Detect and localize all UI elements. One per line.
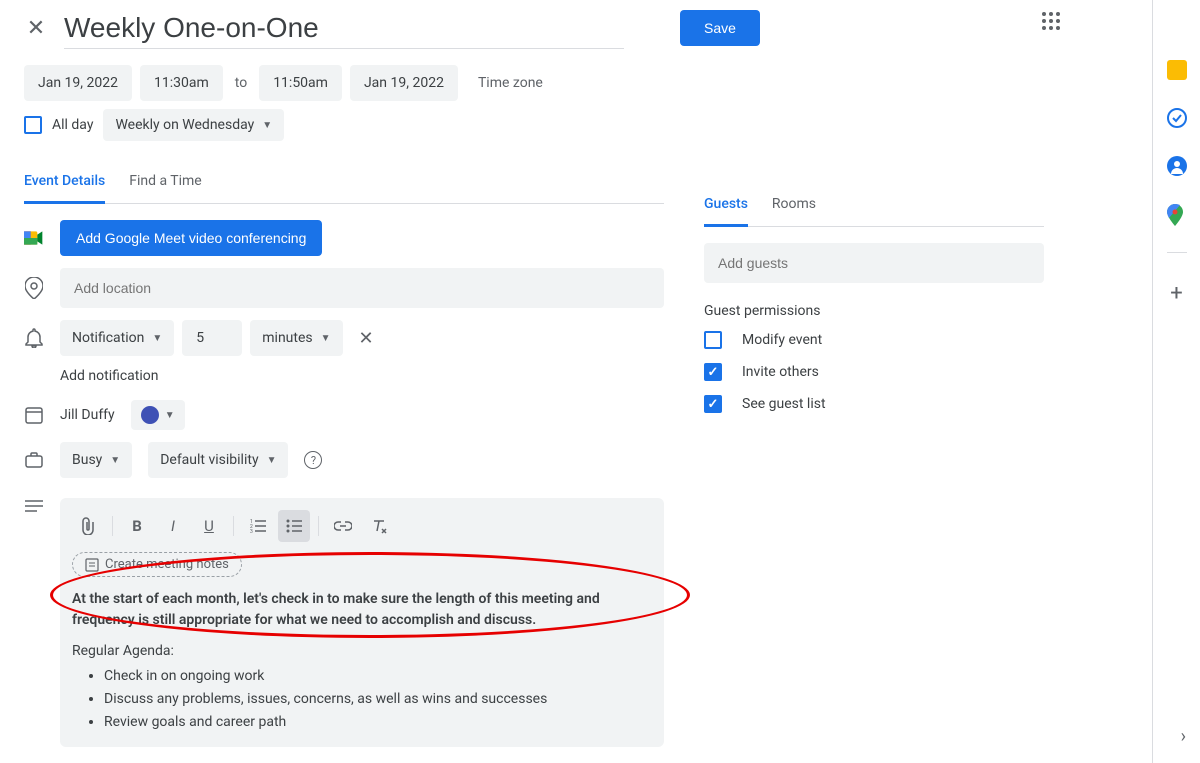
- create-meeting-notes-button[interactable]: Create meeting notes: [72, 552, 242, 577]
- description-editor[interactable]: B I U 123: [60, 498, 664, 747]
- end-time-picker[interactable]: 11:50am: [259, 65, 342, 101]
- modify-event-checkbox[interactable]: [704, 331, 722, 349]
- visibility-dropdown[interactable]: Default visibility▼: [148, 442, 288, 478]
- timezone-link[interactable]: Time zone: [478, 75, 543, 91]
- link-button[interactable]: [327, 510, 359, 542]
- collapse-panel-button[interactable]: ›: [1181, 726, 1186, 747]
- see-guest-list-checkbox[interactable]: [704, 395, 722, 413]
- numbered-list-button[interactable]: 123: [242, 510, 274, 542]
- add-meet-button[interactable]: Add Google Meet video conferencing: [60, 220, 322, 256]
- remove-notification-button[interactable]: ✕: [351, 328, 382, 349]
- agenda-header: Regular Agenda:: [72, 641, 652, 662]
- tab-rooms[interactable]: Rooms: [772, 188, 816, 227]
- italic-button[interactable]: I: [157, 510, 189, 542]
- attachment-button[interactable]: [72, 510, 104, 542]
- close-button[interactable]: ✕: [24, 16, 48, 41]
- maps-icon[interactable]: [1167, 204, 1187, 224]
- svg-text:3: 3: [250, 529, 253, 533]
- calendar-icon: [24, 406, 44, 424]
- invite-others-checkbox[interactable]: [704, 363, 722, 381]
- briefcase-icon: [24, 452, 44, 468]
- event-title-input[interactable]: [64, 8, 624, 49]
- description-bold-text: At the start of each month, let's check …: [72, 591, 600, 628]
- allday-label: All day: [52, 117, 93, 133]
- location-icon: [24, 277, 44, 299]
- event-color-dropdown[interactable]: ▼: [131, 400, 185, 430]
- tasks-icon[interactable]: [1167, 108, 1187, 128]
- bulleted-list-button[interactable]: [278, 510, 310, 542]
- location-input[interactable]: [60, 268, 664, 308]
- recurrence-dropdown[interactable]: Weekly on Wednesday▼: [103, 109, 284, 141]
- see-guest-list-label: See guest list: [742, 396, 826, 412]
- underline-button[interactable]: U: [193, 510, 225, 542]
- allday-checkbox[interactable]: [24, 116, 42, 134]
- to-label: to: [231, 75, 251, 91]
- bold-button[interactable]: B: [121, 510, 153, 542]
- end-date-picker[interactable]: Jan 19, 2022: [350, 65, 458, 101]
- notification-type-dropdown[interactable]: Notification▼: [60, 320, 174, 356]
- add-addon-button[interactable]: +: [1170, 281, 1182, 306]
- start-date-picker[interactable]: Jan 19, 2022: [24, 65, 132, 101]
- side-panel: + ›: [1152, 0, 1200, 763]
- bell-icon: [24, 328, 44, 348]
- calendar-owner: Jill Duffy: [60, 407, 115, 423]
- notification-value-input[interactable]: 5: [182, 320, 242, 356]
- contacts-icon[interactable]: [1167, 156, 1187, 176]
- permissions-title: Guest permissions: [704, 303, 1044, 319]
- availability-dropdown[interactable]: Busy▼: [60, 442, 132, 478]
- tab-find-a-time[interactable]: Find a Time: [129, 165, 202, 204]
- save-button[interactable]: Save: [680, 10, 760, 46]
- description-icon: [24, 500, 44, 514]
- agenda-list: Check in on ongoing work Discuss any pro…: [104, 666, 652, 733]
- start-time-picker[interactable]: 11:30am: [140, 65, 223, 101]
- add-guests-input[interactable]: [704, 243, 1044, 283]
- add-notification-link[interactable]: Add notification: [60, 368, 664, 384]
- invite-others-label: Invite others: [742, 364, 819, 380]
- help-icon[interactable]: ?: [304, 451, 322, 469]
- tab-guests[interactable]: Guests: [704, 188, 748, 227]
- keep-icon[interactable]: [1167, 60, 1187, 80]
- google-apps-icon[interactable]: [1042, 12, 1060, 30]
- clear-formatting-button[interactable]: [363, 510, 395, 542]
- meet-icon: [24, 229, 44, 247]
- modify-event-label: Modify event: [742, 332, 822, 348]
- notification-unit-dropdown[interactable]: minutes▼: [250, 320, 342, 356]
- tab-event-details[interactable]: Event Details: [24, 165, 105, 204]
